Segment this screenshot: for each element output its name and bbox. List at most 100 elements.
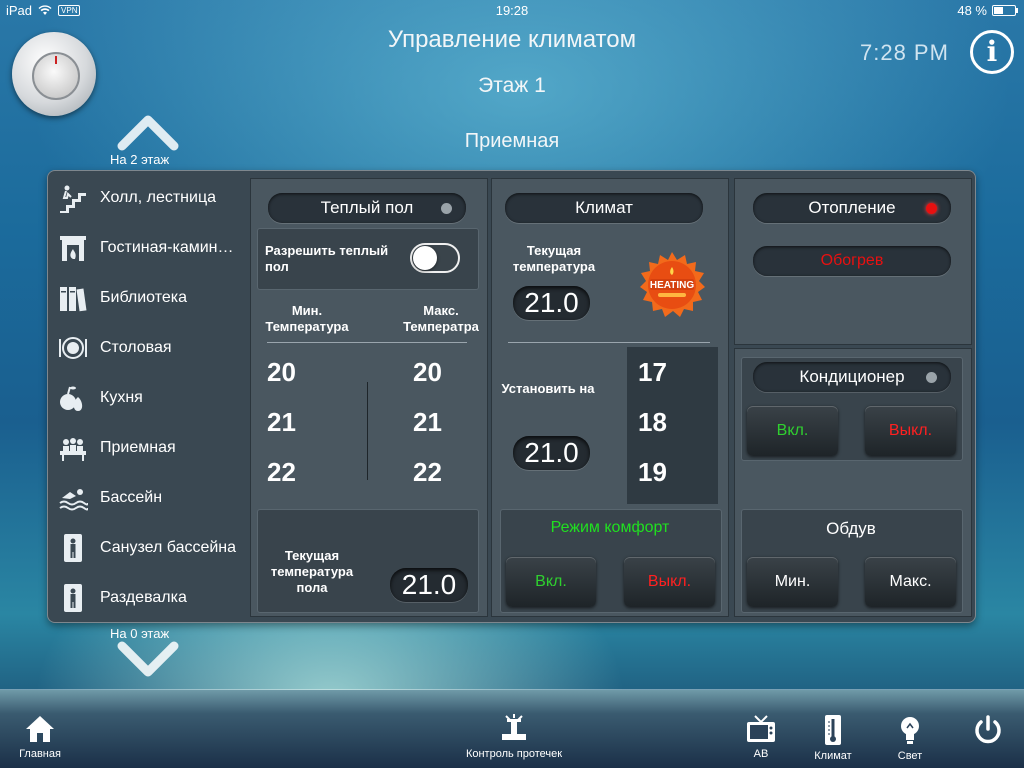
room-label: Бассейн [100,489,163,506]
room-label: Холл, лестница [100,189,216,206]
room-item-reception[interactable]: Приемная [52,428,246,468]
status-time: 19:28 [495,3,529,18]
room-item-pool-bathroom[interactable]: Санузел бассейна [52,528,246,568]
set-temp-value: 21.0 [513,436,590,470]
info-button[interactable]: i [970,30,1014,74]
tv-icon [747,715,775,742]
room-item-dining[interactable]: Столовая [52,328,246,368]
leak-valve-icon [502,714,526,740]
floor-down-label[interactable]: На 0 этаж [110,626,169,641]
meeting-icon [56,433,90,463]
heating-badge-text: HEATING [650,280,694,291]
conditioner-off-button[interactable]: Выкл. [865,406,956,456]
set-temp-option[interactable]: 19 [638,457,667,488]
conditioner-on-button[interactable]: Вкл. [747,406,838,456]
heating-title-text: Отопление [808,198,896,217]
dining-plate-icon [56,333,90,363]
nav-light[interactable]: Свет [885,714,935,762]
room-item-locker[interactable]: Раздевалка [52,578,246,618]
max-temp-option[interactable]: 22 [413,457,442,488]
floor-temp-label: Текущая температура пола [270,548,354,595]
room-label: Раздевалка [100,589,187,606]
conditioner-indicator [926,372,937,383]
toilet-person-icon [56,583,90,613]
climate-title: Климат [505,193,703,223]
stairs-icon [56,183,90,213]
set-temp-label: Установить на [501,381,595,396]
room-item-pool[interactable]: Бассейн [52,478,246,518]
warm-floor-toggle[interactable] [410,243,460,273]
comfort-off-button[interactable]: Выкл. [624,557,715,607]
min-temp-header: Мин. Температура [265,303,349,334]
nav-climate[interactable]: Климат [808,714,858,762]
heating-title: Отопление [753,193,951,223]
bottom-nav: Главная Контроль протечек AB Климат Свет [0,690,1024,768]
heating-badge-icon: HEATING [640,252,705,317]
floor-down-chevron-icon[interactable] [116,640,180,680]
warm-floor-title-text: Теплый пол [320,198,414,217]
room-item-living[interactable]: Гостиная-камин… [52,228,246,268]
nav-av[interactable]: AB [736,714,786,760]
min-temp-option[interactable]: 22 [267,457,296,488]
max-temp-header: Макс. Температра [403,303,479,334]
room-item-kitchen[interactable]: Кухня [52,378,246,418]
divider [508,342,710,343]
warm-floor-title: Теплый пол [268,193,466,223]
fireplace-icon [56,233,90,263]
clock: 7:28 PM [860,40,949,65]
blow-min-button[interactable]: Мин. [747,557,838,607]
floor-temp-value: 21.0 [390,568,468,602]
nav-leak-control[interactable]: Контроль протечек [452,714,576,760]
max-temp-option[interactable]: 20 [413,357,442,388]
picker-divider [367,382,368,480]
home-icon [26,716,54,742]
room-label: Столовая [100,339,172,356]
battery-percent: 48 % [957,3,987,18]
nav-label: Свет [897,750,923,762]
set-temp-option[interactable]: 17 [638,357,667,388]
heating-status: Обогрев [753,246,951,276]
nav-power[interactable] [964,714,1012,750]
power-icon [975,715,1001,744]
blow-title: Обдув [826,519,876,538]
room-label: Санузел бассейна [100,539,237,556]
heating-indicator [926,203,937,214]
nav-label: Климат [814,750,852,762]
lightbulb-icon [901,717,919,744]
thermometer-icon [825,715,841,745]
swimmer-icon [56,483,90,513]
room-label: Библиотека [100,289,187,306]
room-item-hall[interactable]: Холл, лестница [52,178,246,218]
nav-home[interactable]: Главная [10,714,70,760]
current-temp-value: 21.0 [513,286,590,320]
conditioner-title-text: Кондиционер [799,367,905,386]
nav-label: Главная [19,748,61,760]
blow-max-button[interactable]: Макс. [865,557,956,607]
min-temp-option[interactable]: 20 [267,357,296,388]
comfort-mode-label: Режим комфорт [550,519,670,536]
conditioner-title: Кондиционер [753,362,951,392]
status-bar: iPad VPN 19:28 48 % [0,0,1024,20]
floor-up-label[interactable]: На 2 этаж [110,152,169,167]
room-label: Кухня [100,389,143,406]
current-temp-label: Текущая температура [512,243,596,274]
floor-up-chevron-icon[interactable] [116,112,180,152]
room-label: Приемная [100,439,176,456]
min-temp-option[interactable]: 21 [267,407,296,438]
comfort-on-button[interactable]: Вкл. [506,557,596,607]
toggle-knob [413,246,437,270]
toilet-person-icon [56,533,90,563]
warm-floor-indicator [441,203,452,214]
max-temp-option[interactable]: 21 [413,407,442,438]
battery-icon [992,5,1018,16]
divider [267,342,467,343]
fruit-icon [56,383,90,413]
room-item-library[interactable]: Библиотека [52,278,246,318]
nav-label: AB [753,748,769,760]
warm-floor-enable-label: Разрешить теплый пол [265,243,389,274]
nav-label: Контроль протечек [465,748,563,760]
set-temp-option[interactable]: 18 [638,407,667,438]
books-icon [56,283,90,313]
floor-title: Этаж 1 [478,74,546,97]
room-label: Гостиная-камин… [100,239,234,256]
